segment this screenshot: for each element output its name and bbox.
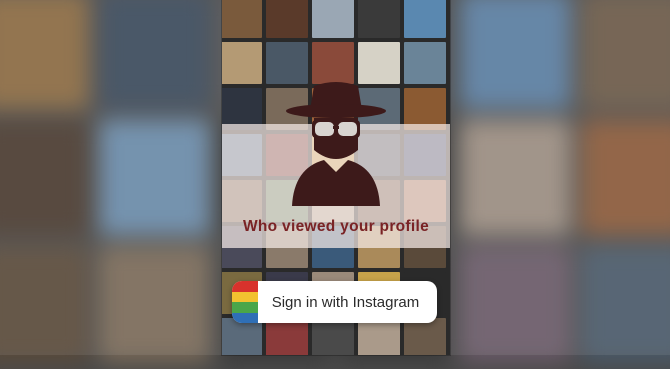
- right-shade: [450, 0, 670, 355]
- spy-icon: [286, 82, 386, 206]
- signin-button-label: Sign in with Instagram: [271, 293, 420, 311]
- headline: Who viewed your profile: [242, 218, 430, 235]
- phone-screen: Who viewed your profile Sign in with Ins…: [222, 0, 450, 355]
- signin-button[interactable]: Sign in with Instagram: [232, 281, 437, 323]
- left-shade: [0, 0, 222, 355]
- instagram-logo-icon: [232, 281, 258, 323]
